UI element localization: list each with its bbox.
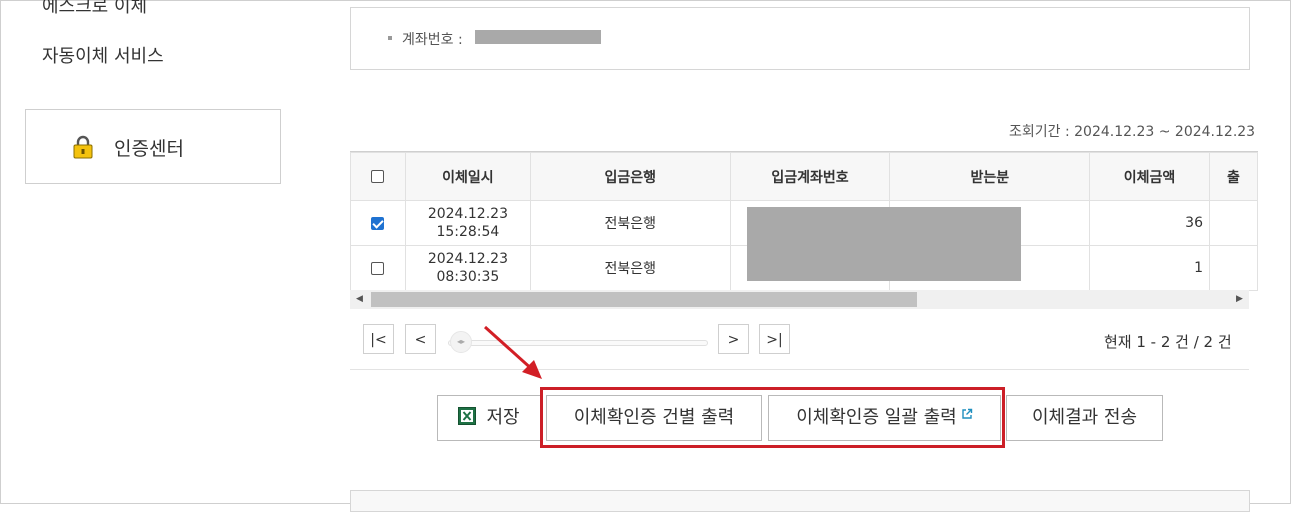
prev-page-button[interactable]: < — [405, 324, 436, 354]
auth-center-label: 인증센터 — [114, 138, 184, 160]
account-info-box: 계좌번호 : — [350, 7, 1250, 70]
horizontal-scrollbar[interactable]: ◀ ▶ — [350, 290, 1249, 309]
sidebar-item-escrow[interactable]: 에스크로 이체 — [42, 0, 147, 18]
transfer-time: 15:28:54 — [436, 224, 500, 240]
table-cell — [1209, 200, 1258, 246]
table-cell — [1209, 245, 1258, 291]
last-page-button[interactable]: >| — [759, 324, 790, 354]
account-number-label: 계좌번호 : — [402, 32, 463, 48]
account-recipient-redacted — [747, 207, 1021, 281]
bullet-icon — [388, 36, 392, 40]
select-all-checkbox[interactable] — [371, 170, 385, 183]
column-header[interactable]: 입금계좌번호 — [729, 152, 891, 201]
column-header[interactable]: 이체금액 — [1089, 152, 1210, 201]
scroll-left-icon[interactable]: ◀ — [350, 290, 369, 309]
transfer-datetime: 2024.12.23 08:30:35 — [404, 245, 531, 291]
auth-center-button[interactable]: 인증센터 — [25, 109, 281, 184]
next-page-button[interactable]: > — [718, 324, 749, 354]
row-checkbox[interactable] — [371, 216, 385, 230]
scrollbar-thumb[interactable] — [371, 292, 917, 307]
transfer-date: 2024.12.23 — [427, 206, 508, 222]
excel-icon — [458, 407, 477, 425]
page-status: 현재 1 - 2 건 / 2 건 — [1104, 333, 1232, 351]
transfer-amount: 36 — [1089, 200, 1210, 246]
deposit-bank: 전북은행 — [529, 200, 731, 246]
save-excel-button[interactable]: 저장 — [437, 395, 541, 441]
row-checkbox[interactable] — [371, 261, 385, 275]
page-slider-handle[interactable]: ◂▸ — [450, 331, 472, 353]
account-number-redacted — [475, 30, 601, 44]
table-header-row: 이체일시 입금은행 입금계좌번호 받는분 이체금액 출 — [350, 152, 1258, 201]
transfer-time: 08:30:35 — [436, 269, 500, 285]
query-period: 조회기간 : 2024.12.23 ~ 2024.12.23 — [1009, 124, 1256, 140]
annotation-arrow-icon — [483, 325, 542, 379]
bottom-panel — [350, 490, 1250, 512]
send-result-button[interactable]: 이체결과 전송 — [1006, 395, 1163, 441]
highlight-box — [540, 387, 1005, 448]
first-page-button[interactable]: |< — [363, 324, 394, 354]
deposit-bank: 전북은행 — [529, 245, 731, 291]
scroll-right-icon[interactable]: ▶ — [1230, 290, 1249, 309]
sidebar-item-auto-transfer[interactable]: 자동이체 서비스 — [42, 42, 164, 68]
column-header[interactable]: 받는분 — [889, 152, 1091, 201]
select-all-cell[interactable] — [350, 152, 406, 201]
lock-icon — [73, 135, 93, 159]
column-header[interactable]: 입금은행 — [529, 152, 731, 201]
transfer-amount: 1 — [1089, 245, 1210, 291]
transfer-date: 2024.12.23 — [427, 251, 508, 267]
save-label: 저장 — [486, 407, 520, 428]
transfer-datetime: 2024.12.23 15:28:54 — [404, 200, 531, 246]
column-header[interactable]: 이체일시 — [404, 152, 531, 201]
column-header[interactable]: 출 — [1209, 152, 1258, 201]
